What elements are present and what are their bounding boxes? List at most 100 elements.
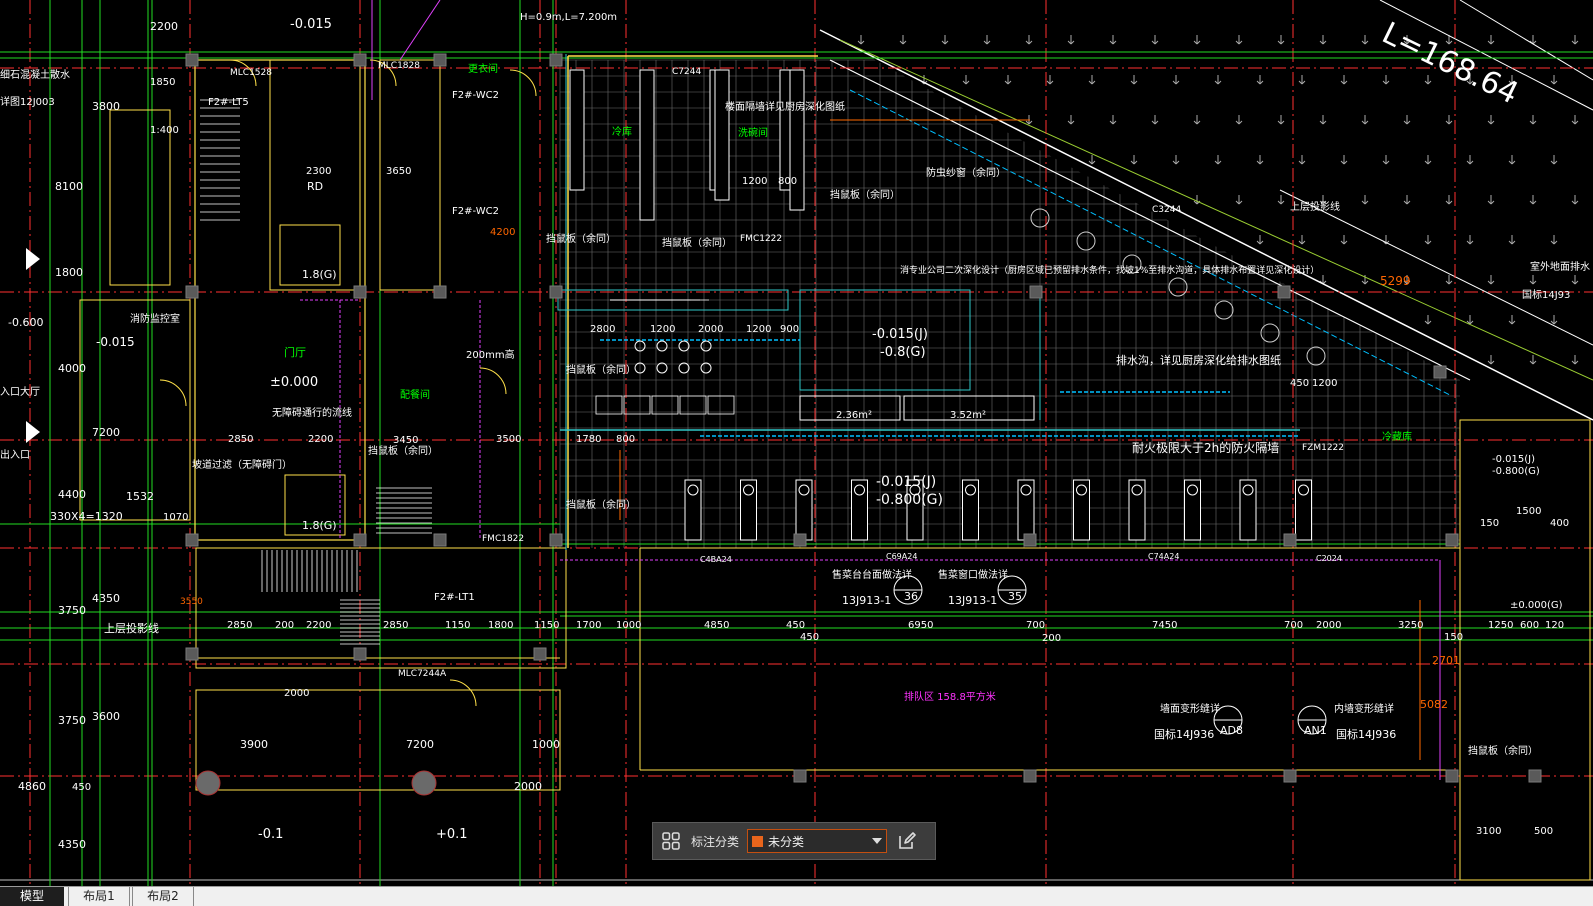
drawing-label: 3650 bbox=[386, 166, 411, 177]
drawing-label: AN1 bbox=[1304, 724, 1327, 737]
drawing-label: -0.800(G) bbox=[876, 492, 943, 508]
column bbox=[1023, 533, 1037, 547]
drawing-label: MLC1828 bbox=[378, 61, 420, 71]
drawing-label: 700 bbox=[1026, 620, 1045, 631]
drawing-label: 900 bbox=[780, 324, 799, 335]
tab-model[interactable]: 模型 bbox=[0, 887, 64, 906]
drawing-label: 内墙变形缝详 bbox=[1334, 702, 1394, 715]
column bbox=[433, 53, 447, 67]
grid-icon[interactable] bbox=[659, 829, 683, 853]
serving-counter bbox=[851, 479, 868, 541]
drawing-label: 冷库 bbox=[612, 125, 632, 138]
drawing-label: -0.015(J) bbox=[876, 474, 936, 490]
drawing-label: 200 bbox=[1042, 633, 1061, 644]
view-nav-arrow-lower[interactable] bbox=[26, 421, 40, 443]
drawing-label: -0.1 bbox=[258, 827, 283, 842]
annotation-category-label: 标注分类 bbox=[691, 834, 740, 849]
drawing-label: 墙面变形缝详 bbox=[1160, 702, 1220, 715]
drawing-label: 4200 bbox=[490, 227, 515, 238]
drawing-label: 2850 bbox=[383, 620, 408, 631]
drawing-label: 国标14J93 bbox=[1522, 289, 1570, 301]
drawing-label: C7244 bbox=[672, 67, 701, 77]
drawing-label: F2#-WC2 bbox=[452, 206, 499, 217]
tab-layout2[interactable]: 布局2 bbox=[132, 887, 194, 906]
drawing-label: 1000 bbox=[616, 620, 641, 631]
column bbox=[533, 647, 547, 661]
drawing-label: 2000 bbox=[514, 780, 542, 793]
drawing-label: C4BA24 bbox=[700, 555, 732, 564]
drawing-label: 3.52m² bbox=[950, 410, 986, 421]
drawing-label: 4350 bbox=[92, 592, 120, 605]
drawing-label: RD bbox=[307, 180, 323, 193]
drawing-label: 400 bbox=[1550, 518, 1569, 529]
column bbox=[1029, 285, 1043, 299]
shelf-unit bbox=[789, 69, 805, 211]
tab-layout1[interactable]: 布局1 bbox=[68, 887, 130, 906]
drawing-label: 3450 bbox=[393, 435, 418, 446]
column bbox=[185, 53, 199, 67]
drawing-label: -0.015 bbox=[96, 335, 135, 349]
edit-icon[interactable] bbox=[895, 829, 919, 853]
drawing-label: 800 bbox=[616, 434, 635, 445]
drawing-label: 13J913-1 bbox=[842, 594, 891, 607]
drawing-label: 楼面隔墙详见厨房深化图纸 bbox=[725, 100, 845, 113]
drawing-label: 13J913-1 bbox=[948, 594, 997, 607]
column bbox=[549, 285, 563, 299]
column bbox=[353, 285, 367, 299]
shelf-unit bbox=[714, 69, 730, 201]
drawing-label: F2#-LT5 bbox=[208, 97, 249, 108]
column bbox=[1433, 365, 1447, 379]
drawing-label: 2701 bbox=[1432, 654, 1460, 667]
drawing-label: 3250 bbox=[1398, 620, 1423, 631]
drawing-label: 4400 bbox=[58, 488, 86, 501]
drawing-canvas[interactable]: -0.015 H=0.9m,L=7.200m L=168.642200细石混凝土散水… bbox=[0, 0, 1593, 886]
drawing-label: MLC7244A bbox=[398, 669, 447, 679]
drawing-label: 挡鼠板（余同） bbox=[662, 236, 732, 249]
serving-counter bbox=[684, 479, 702, 541]
drawing-label: 详图12J003 bbox=[0, 95, 55, 108]
drawing-label: 2200 bbox=[306, 620, 331, 631]
drawing-label: 2300 bbox=[306, 166, 331, 177]
drawing-label: -0.015(J) bbox=[872, 327, 928, 342]
drawing-label: 2850 bbox=[228, 434, 253, 445]
drawing-label: 更衣间 bbox=[468, 62, 498, 75]
drawing-label: 出入口 bbox=[0, 448, 30, 461]
drawing-label: 消防监控室 bbox=[130, 312, 180, 325]
column bbox=[549, 53, 563, 67]
drawing-label: 3100 bbox=[1476, 826, 1501, 837]
category-select[interactable]: 未分类 bbox=[747, 829, 888, 853]
drawing-label: AD8 bbox=[1220, 724, 1243, 737]
drawing-label: FZM1222 bbox=[1302, 443, 1344, 453]
drawing-label: 3900 bbox=[240, 738, 268, 751]
drawing-label: 150 bbox=[1480, 518, 1499, 529]
drawing-label: 1070 bbox=[163, 512, 188, 523]
drawing-label: 国标14J936 bbox=[1154, 727, 1214, 741]
column bbox=[433, 533, 447, 547]
drawing-label: 3550 bbox=[180, 597, 203, 607]
drawing-label: 挡鼠板（余同） bbox=[566, 363, 636, 376]
drawing-label: 2000 bbox=[698, 324, 723, 335]
drawing-label: 3750 bbox=[58, 604, 86, 617]
drawing-label: 1:400 bbox=[150, 125, 179, 136]
drawing-label: 1200 bbox=[1312, 378, 1337, 389]
column bbox=[185, 647, 199, 661]
column bbox=[1023, 769, 1037, 783]
shelf-unit bbox=[569, 69, 585, 191]
drawing-label: 3600 bbox=[92, 710, 120, 723]
drawing-label: 35 bbox=[1008, 590, 1022, 603]
drawing-label: 8100 bbox=[55, 180, 83, 193]
drawing-label: 门厅 bbox=[284, 345, 306, 359]
column bbox=[1445, 769, 1459, 783]
drawing-label: 无障碍通行的流线 bbox=[272, 406, 352, 419]
drawing-label: 2800 bbox=[590, 324, 615, 335]
drawing-label: 挡鼠板（余同） bbox=[830, 188, 900, 201]
drawing-label: 售菜窗口做法详 bbox=[938, 568, 1008, 581]
drawing-label: 入口大厅 bbox=[0, 385, 40, 398]
view-nav-arrow-upper[interactable] bbox=[26, 248, 40, 270]
drawing-label: 150 bbox=[1444, 632, 1463, 643]
drawing-label: FMC1222 bbox=[740, 234, 782, 244]
column bbox=[185, 533, 199, 547]
category-color-swatch bbox=[752, 835, 764, 847]
drawing-label: 450 bbox=[786, 620, 805, 631]
drawing-label: 上层投影线 bbox=[104, 621, 159, 635]
